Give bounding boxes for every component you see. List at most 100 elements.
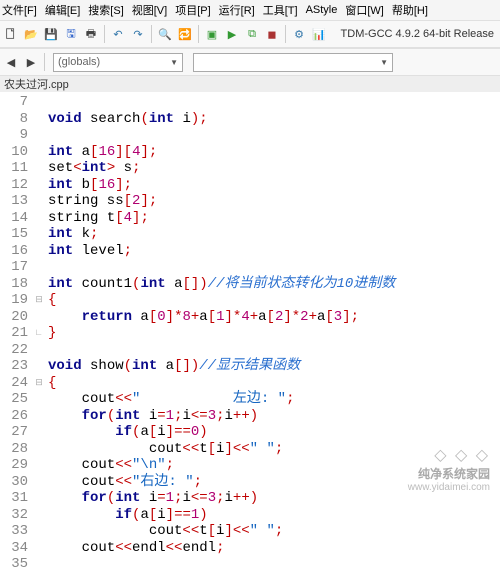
menu-run[interactable]: 运行[R] (219, 2, 255, 18)
function-selector[interactable]: ▼ (193, 53, 393, 72)
next-bookmark-icon[interactable]: ▶ (22, 53, 40, 71)
line-number: 9 (2, 127, 28, 144)
code-line[interactable]: int b[16]; (48, 177, 395, 194)
fold-marker[interactable] (34, 441, 44, 458)
code-line[interactable]: cout<<t[i]<<" "; (48, 523, 395, 540)
code-line[interactable]: void search(int i); (48, 111, 395, 128)
save-all-icon[interactable]: 🖫 (62, 25, 80, 43)
code-line[interactable] (48, 259, 395, 276)
menu-edit[interactable]: 编辑[E] (45, 2, 80, 18)
scope-value: (globals) (58, 56, 100, 68)
fold-marker[interactable] (34, 144, 44, 161)
line-number: 10 (2, 144, 28, 161)
fold-marker[interactable] (34, 358, 44, 375)
code-line[interactable]: if(a[i]==0) (48, 424, 395, 441)
undo-icon[interactable]: ↶ (109, 25, 127, 43)
fold-marker[interactable] (34, 243, 44, 260)
fold-marker[interactable] (34, 408, 44, 425)
compiler-selector[interactable]: TDM-GCC 4.9.2 64-bit Release (341, 28, 494, 40)
code-line[interactable]: for(int i=1;i<=3;i++) (48, 408, 395, 425)
fold-marker[interactable] (34, 276, 44, 293)
fold-marker[interactable] (34, 177, 44, 194)
code-line[interactable]: set<int> s; (48, 160, 395, 177)
code-line[interactable]: int k; (48, 226, 395, 243)
toolbar-sep (151, 25, 152, 43)
menu-help[interactable]: 帮助[H] (392, 2, 428, 18)
fold-marker[interactable]: ∟ (34, 325, 44, 342)
code-line[interactable]: string t[4]; (48, 210, 395, 227)
line-number: 32 (2, 507, 28, 524)
editor-tab[interactable]: 农夫过河.cpp (4, 76, 69, 92)
code-line[interactable]: return a[0]*8+a[1]*4+a[2]*2+a[3]; (48, 309, 395, 326)
code-line[interactable]: cout<<"\n"; (48, 457, 395, 474)
fold-marker[interactable] (34, 210, 44, 227)
code-line[interactable]: { (48, 292, 395, 309)
menu-project[interactable]: 项目[P] (175, 2, 210, 18)
fold-marker[interactable] (34, 259, 44, 276)
fold-marker[interactable] (34, 540, 44, 557)
menu-search[interactable]: 搜索[S] (88, 2, 123, 18)
line-number: 8 (2, 111, 28, 128)
compile-run-icon[interactable]: ⧉ (243, 25, 261, 43)
find-icon[interactable]: 🔍 (156, 25, 174, 43)
line-number: 33 (2, 523, 28, 540)
code-line[interactable]: for(int i=1;i<=3;i++) (48, 490, 395, 507)
code-line[interactable]: } (48, 325, 395, 342)
code-area[interactable]: void search(int i); int a[16][4];set<int… (44, 92, 395, 575)
code-editor[interactable]: 7891011121314151617181920212223242526272… (0, 92, 500, 575)
save-icon[interactable]: 💾 (42, 25, 60, 43)
fold-marker[interactable] (34, 424, 44, 441)
fold-marker[interactable]: ⊟ (34, 292, 44, 309)
compile-icon[interactable]: ▣ (203, 25, 221, 43)
fold-marker[interactable] (34, 391, 44, 408)
line-number: 28 (2, 441, 28, 458)
code-line[interactable] (48, 127, 395, 144)
fold-marker[interactable] (34, 226, 44, 243)
menu-tools[interactable]: 工具[T] (263, 2, 298, 18)
prev-bookmark-icon[interactable]: ◀ (2, 53, 20, 71)
scope-selector[interactable]: (globals) ▼ (53, 53, 183, 72)
fold-marker[interactable] (34, 160, 44, 177)
code-line[interactable] (48, 94, 395, 111)
fold-marker[interactable] (34, 507, 44, 524)
fold-marker[interactable]: ⊟ (34, 375, 44, 392)
menu-astyle[interactable]: AStyle (306, 4, 338, 16)
code-line[interactable]: if(a[i]==1) (48, 507, 395, 524)
code-line[interactable]: int count1(int a[])//将当前状态转化为10进制数 (48, 276, 395, 293)
profile-icon[interactable]: 📊 (310, 25, 328, 43)
code-line[interactable]: cout<<"右边: "; (48, 474, 395, 491)
code-line[interactable]: cout<<endl<<endl; (48, 540, 395, 557)
line-number: 34 (2, 540, 28, 557)
code-line[interactable]: cout<<t[i]<<" "; (48, 441, 395, 458)
menu-window[interactable]: 窗口[W] (345, 2, 384, 18)
fold-marker[interactable] (34, 490, 44, 507)
menu-view[interactable]: 视图[V] (132, 2, 167, 18)
fold-marker[interactable] (34, 127, 44, 144)
line-number: 25 (2, 391, 28, 408)
fold-marker[interactable] (34, 309, 44, 326)
code-line[interactable]: int a[16][4]; (48, 144, 395, 161)
code-line[interactable]: void show(int a[])//显示结果函数 (48, 358, 395, 375)
fold-marker[interactable] (34, 342, 44, 359)
fold-marker[interactable] (34, 111, 44, 128)
fold-marker[interactable] (34, 457, 44, 474)
fold-marker[interactable] (34, 474, 44, 491)
replace-icon[interactable]: 🔁 (176, 25, 194, 43)
redo-icon[interactable]: ↷ (129, 25, 147, 43)
run-icon[interactable]: ▶ (223, 25, 241, 43)
code-line[interactable]: int level; (48, 243, 395, 260)
new-file-icon[interactable] (2, 25, 20, 43)
open-folder-icon[interactable]: 📂 (22, 25, 40, 43)
code-line[interactable]: cout<<" 左边: "; (48, 391, 395, 408)
fold-marker[interactable] (34, 193, 44, 210)
debug-icon[interactable]: ⚙ (290, 25, 308, 43)
fold-marker[interactable] (34, 94, 44, 111)
code-line[interactable]: { (48, 375, 395, 392)
toolbar-sep (285, 25, 286, 43)
code-line[interactable]: string ss[2]; (48, 193, 395, 210)
print-icon[interactable]: 🖶 (82, 25, 100, 43)
rebuild-icon[interactable]: ◼ (263, 25, 281, 43)
fold-marker[interactable] (34, 523, 44, 540)
code-line[interactable] (48, 342, 395, 359)
menu-file[interactable]: 文件[F] (2, 2, 37, 18)
